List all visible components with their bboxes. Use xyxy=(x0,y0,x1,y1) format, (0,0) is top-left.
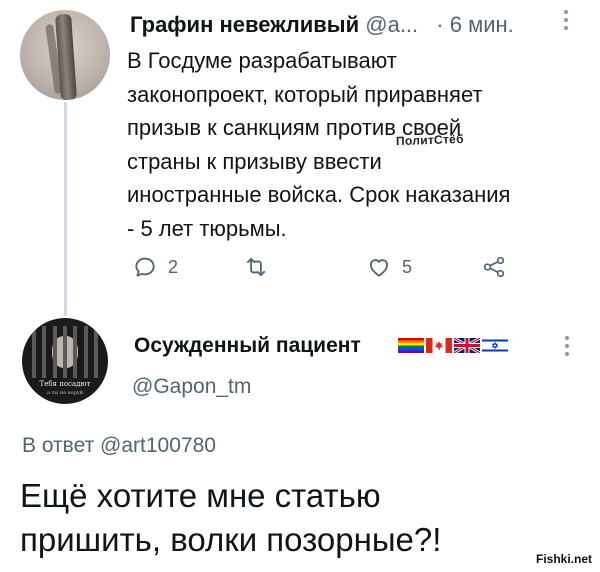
canada-flag-icon xyxy=(426,338,452,353)
rainbow-flag-icon xyxy=(398,338,424,353)
tweet1-header: Графин невежливый @а... · 6 мин. xyxy=(130,12,570,42)
tweet-text-line: пришить, волки позорные?! xyxy=(20,521,442,558)
author-handle[interactable]: @а... xyxy=(365,12,418,37)
reply-icon xyxy=(135,257,155,277)
avatar-caption: а ты не воруй xyxy=(46,390,84,396)
uk-flag-icon xyxy=(454,338,480,353)
reply-handle-link[interactable]: @art100780 xyxy=(100,434,216,457)
reply-count: 2 xyxy=(168,256,179,277)
more-icon[interactable] xyxy=(561,336,573,360)
profile-flags xyxy=(398,338,508,354)
avatar-tweet2[interactable]: Тебя посадют а ты не воруй xyxy=(22,318,108,404)
retweet-button[interactable] xyxy=(243,254,279,280)
share-icon xyxy=(483,256,505,278)
author-name[interactable]: Графин невежливый xyxy=(130,12,359,37)
tweet-text-line: законопроект, который приравняет xyxy=(127,81,483,107)
tweet-text-line: - 5 лет тюрьмы. xyxy=(127,215,287,241)
tweet-text-line: Ещё хотите мне статью xyxy=(20,477,381,514)
avatar-caption: Тебя посадют xyxy=(39,380,91,388)
overlay-stamp: ПолитСтёб xyxy=(395,131,465,149)
like-button[interactable]: 5 xyxy=(366,254,412,280)
like-icon xyxy=(369,259,389,277)
tweet-text-line: иностранные войска. Срок наказания xyxy=(127,182,511,207)
reply-prefix: В ответ xyxy=(22,434,95,457)
tweet-time[interactable]: · 6 мин. xyxy=(436,12,513,37)
like-count: 5 xyxy=(402,256,413,277)
author-handle[interactable]: @Gapon_tm xyxy=(132,375,251,399)
avatar-tweet1[interactable] xyxy=(20,10,110,100)
watermark: Fishki.net xyxy=(536,552,593,566)
tweet-text-line: В Госдуме разрабатывают xyxy=(127,48,397,73)
retweet-icon xyxy=(246,257,266,277)
reply-button[interactable]: 2 xyxy=(132,254,178,280)
author-name[interactable]: Осужденный пациент xyxy=(134,334,361,358)
thread-connector-line xyxy=(64,102,67,316)
more-icon[interactable] xyxy=(560,10,572,34)
share-button[interactable] xyxy=(480,254,508,280)
israel-flag-icon xyxy=(482,338,508,353)
tweet-text-line: призыв к санкциям против своей xyxy=(127,115,462,140)
tweet-text-line: страны к призыву ввести xyxy=(127,148,382,174)
tweet2-text: Ещё хотите мне статью пришить, волки поз… xyxy=(20,474,580,562)
reply-context: В ответ @art100780 xyxy=(22,434,216,458)
avatar-image-detail xyxy=(32,326,98,378)
tweet1-text: В Госдуме разрабатывают законопроект, ко… xyxy=(127,44,577,245)
